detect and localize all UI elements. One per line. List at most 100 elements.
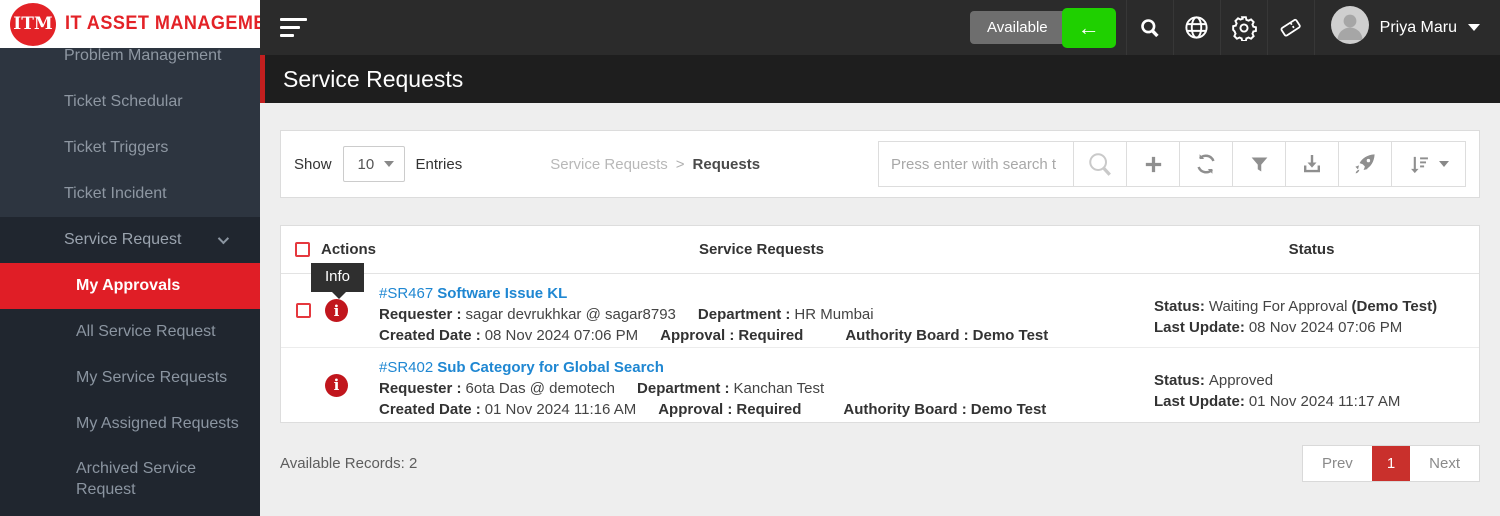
table-row: i #SR402Sub Category for Global Search R…: [281, 348, 1479, 422]
entries-per-page-value: 10: [358, 156, 375, 173]
status-value: Waiting For Approval: [1209, 298, 1348, 315]
prev-page-button[interactable]: Prev: [1303, 446, 1372, 481]
brand-logo: ITM IT ASSET MANAGEMENT: [0, 0, 260, 48]
sidebar: ITM IT ASSET MANAGEMENT Problem Manageme…: [0, 0, 260, 516]
approval-value: Required: [736, 401, 801, 418]
current-page-button[interactable]: 1: [1372, 446, 1410, 481]
brand-logo-circle: ITM: [10, 3, 56, 46]
service-requests-table: Info Actions Service Requests Status i: [280, 225, 1480, 423]
approval-label: Approval :: [658, 401, 732, 418]
entries-per-page-select[interactable]: 10: [343, 146, 405, 182]
authority-board-value: Demo Test: [971, 401, 1047, 418]
created-date-label: Created Date :: [379, 327, 481, 344]
requester-label: Requester :: [379, 380, 462, 397]
launch-icon[interactable]: [1339, 141, 1392, 187]
user-caret-icon: [1468, 24, 1480, 31]
entries-label: Entries: [416, 156, 463, 173]
approval-value: Required: [738, 327, 803, 344]
status-label: Status:: [1154, 372, 1205, 389]
page-title-bar: Service Requests: [260, 55, 1500, 103]
created-date-label: Created Date :: [379, 401, 481, 418]
last-update-label: Last Update:: [1154, 319, 1245, 336]
availability-control: Available ←: [970, 8, 1116, 48]
table-row: i #SR467Software Issue KL Requester :sag…: [281, 274, 1479, 348]
created-date-value: 08 Nov 2024 07:06 PM: [485, 327, 638, 344]
available-records: Available Records: 2: [280, 455, 417, 472]
sidebar-item-my-assigned-requests[interactable]: My Assigned Requests: [0, 401, 260, 447]
info-tooltip: Info: [311, 263, 364, 292]
requester-value: sagar devrukhkar @ sagar8793: [466, 306, 676, 323]
sidebar-item-ticket-schedular[interactable]: Ticket Schedular: [0, 79, 260, 125]
service-requests-header: Service Requests: [379, 241, 1144, 258]
search-input[interactable]: [878, 141, 1074, 187]
authority-board-value: Demo Test: [973, 327, 1049, 344]
status-label: Status:: [1154, 298, 1205, 315]
gear-icon[interactable]: [1220, 0, 1267, 55]
last-update-value: 01 Nov 2024 11:17 AM: [1249, 393, 1401, 410]
sidebar-item-my-approvals[interactable]: My Approvals: [0, 263, 260, 309]
request-title-link[interactable]: Software Issue KL: [437, 285, 567, 302]
request-id-link[interactable]: #SR467: [379, 285, 433, 302]
user-menu[interactable]: Priya Maru: [1314, 0, 1500, 55]
sidebar-item-ticket-triggers[interactable]: Ticket Triggers: [0, 125, 260, 171]
breadcrumb-current: Requests: [693, 156, 761, 173]
back-arrow-icon[interactable]: ←: [1062, 8, 1116, 48]
requester-value: 6ota Das @ demotech: [466, 380, 615, 397]
status-header: Status: [1144, 241, 1479, 258]
table-footer: Available Records: 2 Prev 1 Next: [280, 445, 1480, 482]
select-all-checkbox[interactable]: [295, 242, 310, 257]
export-icon[interactable]: [1286, 141, 1339, 187]
page-title: Service Requests: [283, 66, 463, 93]
sidebar-service-request-group: Service Request My Approvals All Service…: [0, 217, 260, 516]
department-value: HR Mumbai: [794, 306, 873, 323]
user-name: Priya Maru: [1380, 19, 1457, 37]
actions-header: Actions: [321, 241, 376, 258]
search-submit-icon[interactable]: [1074, 141, 1127, 187]
show-label: Show: [294, 156, 332, 173]
status-value: Approved: [1209, 372, 1273, 389]
sidebar-item-my-service-requests[interactable]: My Service Requests: [0, 355, 260, 401]
sidebar-item-archived-service-request[interactable]: Archived Service Request: [0, 447, 260, 513]
department-value: Kanchan Test: [734, 380, 825, 397]
next-page-button[interactable]: Next: [1410, 446, 1479, 481]
authority-board-label: Authority Board :: [843, 401, 966, 418]
filter-icon[interactable]: [1233, 141, 1286, 187]
breadcrumb-parent[interactable]: Service Requests: [550, 156, 668, 173]
approval-label: Approval :: [660, 327, 734, 344]
add-icon[interactable]: [1127, 141, 1180, 187]
availability-status-button[interactable]: Available: [970, 11, 1065, 44]
sidebar-item-ticket-incident[interactable]: Ticket Incident: [0, 171, 260, 217]
last-update-value: 08 Nov 2024 07:06 PM: [1249, 319, 1402, 336]
sidebar-item-service-request[interactable]: Service Request: [0, 217, 260, 263]
toolbar-panel: Show 10 Entries Service Requests > Reque…: [280, 130, 1480, 198]
sort-caret-icon: [1439, 161, 1449, 167]
sidebar-menu: Problem Management Ticket Schedular Tick…: [0, 48, 260, 516]
sort-icon[interactable]: [1392, 141, 1466, 187]
globe-icon[interactable]: [1173, 0, 1220, 55]
department-label: Department :: [698, 306, 791, 323]
row-select-checkbox[interactable]: [296, 303, 311, 318]
sidebar-item-all-service-request[interactable]: All Service Request: [0, 309, 260, 355]
pagination: Prev 1 Next: [1302, 445, 1480, 482]
department-label: Department :: [637, 380, 730, 397]
status-note: (Demo Test): [1352, 298, 1438, 315]
search-icon[interactable]: [1126, 0, 1173, 55]
refresh-icon[interactable]: [1180, 141, 1233, 187]
created-date-value: 01 Nov 2024 11:16 AM: [485, 401, 637, 418]
topbar-right: Available ←: [970, 0, 1500, 55]
authority-board-label: Authority Board :: [845, 327, 968, 344]
hamburger-icon[interactable]: [280, 18, 307, 37]
app-window: ITM IT ASSET MANAGEMENT Problem Manageme…: [0, 0, 1500, 516]
select-caret-icon: [384, 161, 394, 167]
request-id-link[interactable]: #SR402: [379, 359, 433, 376]
table-header-row: Actions Service Requests Status: [281, 226, 1479, 274]
last-update-label: Last Update:: [1154, 393, 1245, 410]
request-title-link[interactable]: Sub Category for Global Search: [437, 359, 664, 376]
topbar: Available ←: [260, 0, 1500, 55]
ticket-icon[interactable]: [1267, 0, 1314, 55]
table-actions-toolbar: [878, 141, 1466, 187]
breadcrumb-separator: >: [676, 156, 685, 173]
info-icon[interactable]: i: [325, 374, 348, 397]
chevron-down-icon: [218, 233, 229, 244]
brand-logo-text: IT ASSET MANAGEMENT: [65, 13, 260, 35]
